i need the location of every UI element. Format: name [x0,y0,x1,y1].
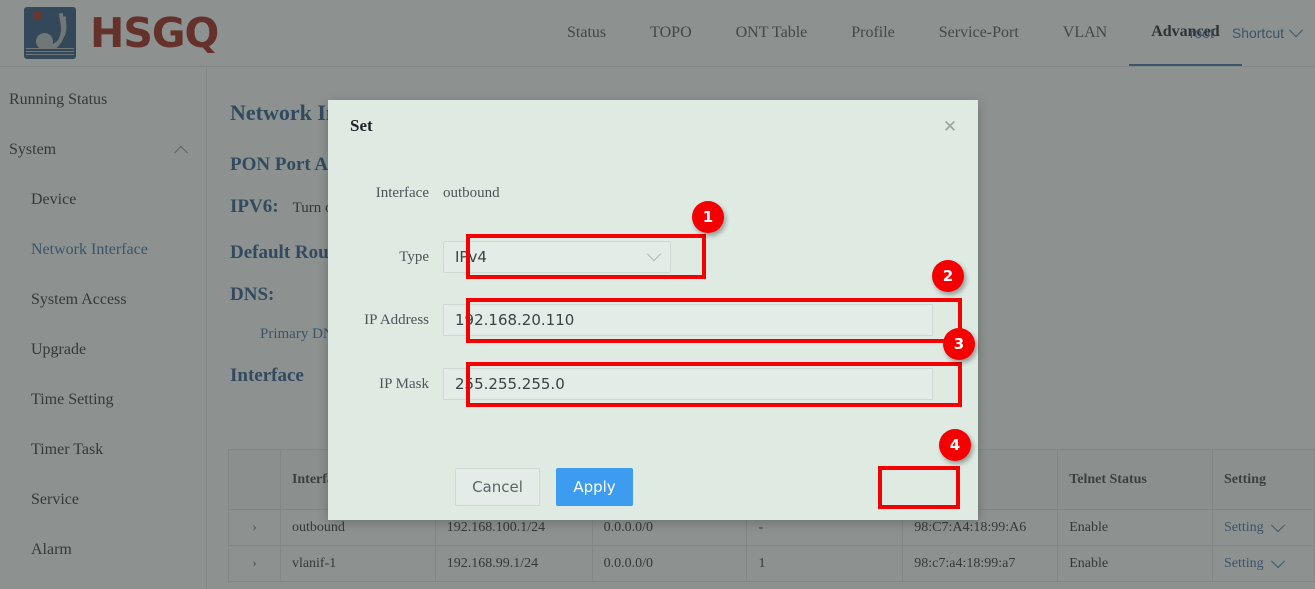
ip-address-row: IP Address 192.168.20.110 [328,304,978,336]
ip-address-input[interactable]: 192.168.20.110 [443,304,933,336]
type-row: Type IPv4 [328,241,978,273]
interface-row: Interface outbound [328,185,978,202]
interface-value: outbound [443,185,500,202]
dialog-title: Set [350,116,373,136]
type-label: Type [328,249,443,266]
annotation-badge-2: 2 [932,260,964,292]
ip-mask-label: IP Mask [328,376,443,393]
ip-address-value: 192.168.20.110 [455,311,574,329]
annotation-badge-1: 1 [692,201,724,233]
annotation-badge-4: 4 [939,429,971,461]
interface-label: Interface [328,185,443,202]
type-select[interactable]: IPv4 [443,241,671,273]
annotation-badge-3: 3 [943,328,975,360]
chevron-down-icon [647,247,661,261]
ip-mask-row: IP Mask 255.255.255.0 [328,368,978,400]
set-dialog: Set ✕ Interface outbound Type IPv4 IP Ad… [328,100,978,520]
ip-mask-value: 255.255.255.0 [455,375,565,393]
close-icon[interactable]: ✕ [939,116,961,138]
ip-mask-input[interactable]: 255.255.255.0 [443,368,933,400]
apply-button[interactable]: Apply [556,468,633,506]
ip-address-label: IP Address [328,312,443,329]
cancel-button[interactable]: Cancel [455,468,540,506]
type-select-value: IPv4 [455,248,487,266]
